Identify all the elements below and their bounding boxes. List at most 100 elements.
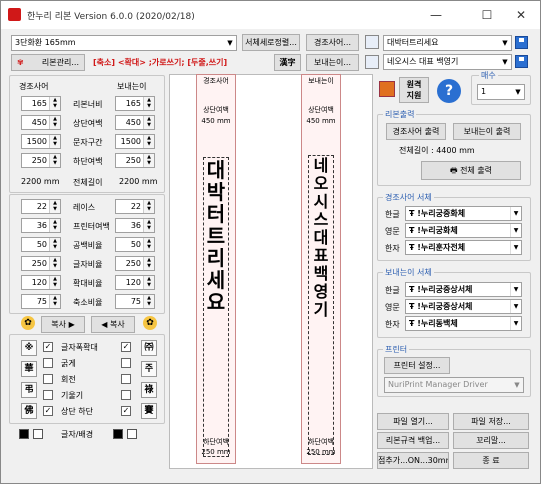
spinner-arrows-icon[interactable]: ▲ ▼: [143, 116, 154, 129]
greeting-combo[interactable]: 대박터트리세요 ▼: [383, 35, 512, 51]
greeting-ratio-spinner[interactable]: 75 ▲ ▼: [21, 294, 61, 309]
tail-button[interactable]: 꼬리말...: [453, 432, 529, 449]
sender-ratio-spinner[interactable]: 36 ▲ ▼: [115, 218, 155, 233]
text-color-swatch[interactable]: [19, 429, 29, 439]
checkbox-right[interactable]: ✓: [121, 342, 131, 352]
greeting-print-button[interactable]: 경조사어 출력: [386, 123, 446, 140]
exit-button[interactable]: 종 료: [453, 452, 529, 469]
symbol-button[interactable]: 華: [21, 361, 37, 377]
font-select[interactable]: Ŧ !누리동백체 ▼: [405, 316, 522, 331]
spinner-arrows-icon[interactable]: ▲ ▼: [143, 219, 154, 232]
ribbon-size-combo[interactable]: 3단화환 165mm ▼: [11, 35, 237, 51]
symbol-button[interactable]: ㈜: [141, 340, 157, 356]
sender-ratio-spinner[interactable]: 250 ▲ ▼: [115, 256, 155, 271]
spinner-arrows-icon[interactable]: ▲ ▼: [143, 200, 154, 213]
spinner-arrows-icon[interactable]: ▲ ▼: [143, 276, 154, 289]
sender-spinner[interactable]: 250 ▲ ▼: [115, 153, 155, 168]
greeting-ratio-spinner[interactable]: 250 ▲ ▼: [21, 256, 61, 271]
copy-left-button[interactable]: ◀ 복사: [91, 316, 135, 333]
minimize-button[interactable]: —: [421, 5, 451, 25]
checkbox-left[interactable]: [43, 374, 53, 384]
spinner-arrows-icon[interactable]: ▲ ▼: [143, 154, 154, 167]
symbol-button[interactable]: 佛: [21, 403, 37, 419]
checkbox-right[interactable]: [121, 358, 131, 368]
checkbox-left[interactable]: [43, 358, 53, 368]
add-dot-button[interactable]: 점추가...ON...30mm: [377, 452, 449, 469]
spinner-arrows-icon[interactable]: ▲ ▼: [143, 97, 154, 110]
checkbox-left[interactable]: ✓: [43, 406, 53, 416]
font-select[interactable]: Ŧ !누리궁중상서체 ▼: [405, 282, 522, 297]
symbol-button[interactable]: 弔: [21, 382, 37, 398]
save-sender-icon[interactable]: [515, 55, 528, 68]
checkbox-left[interactable]: ✓: [43, 342, 53, 352]
ribbon-manage-button[interactable]: ✾ 리본관리...: [11, 54, 85, 71]
print-all-button[interactable]: 🖶 전체 출력: [421, 161, 521, 180]
file-open-button[interactable]: 파일 열기...: [377, 413, 449, 430]
greeting-ratio-spinner[interactable]: 22 ▲ ▼: [21, 199, 61, 214]
greeting-ratio-spinner[interactable]: 36 ▲ ▼: [21, 218, 61, 233]
sender-ratio-spinner[interactable]: 50 ▲ ▼: [115, 237, 155, 252]
symbol-button[interactable]: 祿: [141, 382, 157, 398]
file-save-button[interactable]: 파일 저장...: [453, 413, 529, 430]
search-icon[interactable]: [365, 55, 379, 69]
font-select[interactable]: Ŧ !누리훈자전체 ▼: [405, 240, 522, 255]
bg-color-swatch[interactable]: [33, 429, 43, 439]
font-select[interactable]: Ŧ !누리궁화체 ▼: [405, 223, 522, 238]
sender-ratio-spinner[interactable]: 75 ▲ ▼: [115, 294, 155, 309]
spinner-arrows-icon[interactable]: ▲ ▼: [49, 219, 60, 232]
checkbox-right[interactable]: [121, 374, 131, 384]
checkbox-right[interactable]: [121, 390, 131, 400]
copies-combo[interactable]: 1 ▼: [477, 84, 525, 100]
text-color-swatch-2[interactable]: [113, 429, 123, 439]
sender-combo[interactable]: 네오시스 대표 백영기 ▼: [383, 54, 512, 70]
printer-driver-combo[interactable]: NuriPrint Manager Driver ▼: [384, 377, 524, 393]
sender-print-button[interactable]: 보내는이 출력: [453, 123, 521, 140]
hanja-button[interactable]: 漢字: [274, 54, 301, 71]
sender-spinner[interactable]: 450 ▲ ▼: [115, 115, 155, 130]
greeting-ratio-spinner[interactable]: 120 ▲ ▼: [21, 275, 61, 290]
spinner-arrows-icon[interactable]: ▲ ▼: [143, 135, 154, 148]
spinner-arrows-icon[interactable]: ▲ ▼: [49, 116, 60, 129]
spinner-arrows-icon[interactable]: ▲ ▼: [49, 200, 60, 213]
font-select[interactable]: Ŧ !누리궁중상서체 ▼: [405, 299, 522, 314]
printer-settings-button[interactable]: 프린터 설정...: [384, 357, 450, 374]
sender-spinner[interactable]: 165 ▲ ▼: [115, 96, 155, 111]
spinner-arrows-icon[interactable]: ▲ ▼: [49, 97, 60, 110]
font-select[interactable]: Ŧ !누리궁중화체 ▼: [405, 206, 522, 221]
save-greeting-icon[interactable]: [515, 36, 528, 49]
search-icon[interactable]: [365, 35, 379, 49]
maximize-button[interactable]: ☐: [472, 5, 502, 25]
spinner-arrows-icon[interactable]: ▲ ▼: [49, 257, 60, 270]
spinner-arrows-icon[interactable]: ▲ ▼: [143, 238, 154, 251]
spinner-arrows-icon[interactable]: ▲ ▼: [49, 135, 60, 148]
checkbox-left[interactable]: [43, 390, 53, 400]
copy-right-button[interactable]: 복사 ▶: [41, 316, 85, 333]
greeting-button[interactable]: 경조사어...: [306, 34, 359, 51]
greeting-ratio-spinner[interactable]: 50 ▲ ▼: [21, 237, 61, 252]
sender-button[interactable]: 보내는이...: [306, 54, 359, 71]
greeting-spinner[interactable]: 1500 ▲ ▼: [21, 134, 61, 149]
sender-ratio-spinner[interactable]: 22 ▲ ▼: [115, 199, 155, 214]
symbol-button[interactable]: 賽: [141, 403, 157, 419]
close-button[interactable]: ✕: [506, 5, 536, 25]
symbol-button[interactable]: ※: [21, 340, 37, 356]
greeting-spinner[interactable]: 165 ▲ ▼: [21, 96, 61, 111]
spinner-arrows-icon[interactable]: ▲ ▼: [49, 276, 60, 289]
spinner-arrows-icon[interactable]: ▲ ▼: [49, 154, 60, 167]
align-font-button[interactable]: 서체세로정렬...: [242, 34, 300, 51]
spinner-arrows-icon[interactable]: ▲ ▼: [143, 257, 154, 270]
spinner-arrows-icon[interactable]: ▲ ▼: [49, 238, 60, 251]
greeting-spinner[interactable]: 250 ▲ ▼: [21, 153, 61, 168]
help-icon[interactable]: ?: [437, 79, 461, 103]
sender-ratio-spinner[interactable]: 120 ▲ ▼: [115, 275, 155, 290]
checkbox-right[interactable]: ✓: [121, 406, 131, 416]
sender-spinner[interactable]: 1500 ▲ ▼: [115, 134, 155, 149]
printer-icon[interactable]: [379, 81, 395, 97]
spinner-arrows-icon[interactable]: ▲ ▼: [143, 295, 154, 308]
greeting-spinner[interactable]: 450 ▲ ▼: [21, 115, 61, 130]
spinner-arrows-icon[interactable]: ▲ ▼: [49, 295, 60, 308]
bg-color-swatch-2[interactable]: [127, 429, 137, 439]
ribbon-backup-button[interactable]: 리본규격 백업...: [377, 432, 449, 449]
remote-support-button[interactable]: 원격 지원: [399, 77, 429, 103]
symbol-button[interactable]: 주: [141, 361, 157, 377]
